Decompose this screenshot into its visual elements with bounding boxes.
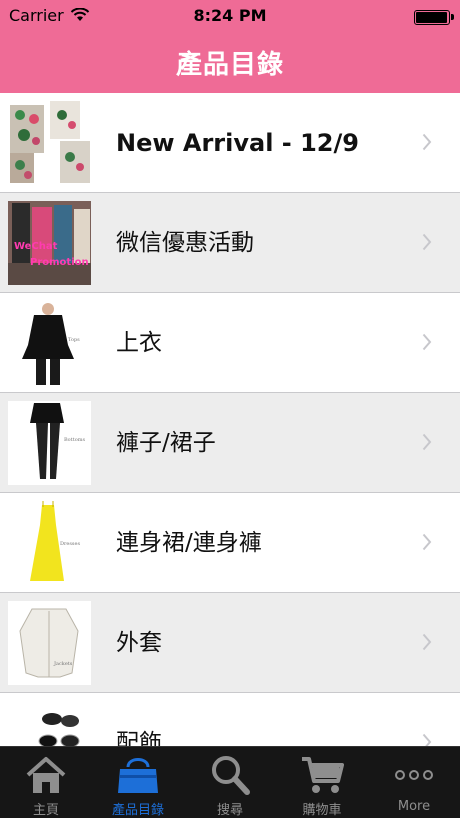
more-icon bbox=[395, 770, 433, 780]
thumb-caption: Jackets bbox=[53, 661, 73, 667]
tab-home[interactable]: 主頁 bbox=[0, 747, 92, 818]
nav-bar: 產品目錄 bbox=[0, 32, 460, 93]
thumbnail-image: Bottoms bbox=[8, 401, 91, 485]
status-time: 8:24 PM bbox=[193, 6, 267, 25]
list-item-label: New Arrival - 12/9 bbox=[116, 129, 359, 157]
battery-fill bbox=[416, 12, 447, 23]
list-item-label: 配飾 bbox=[116, 730, 162, 747]
chevron-right-icon bbox=[422, 233, 432, 251]
tab-label: 搜尋 bbox=[216, 803, 243, 818]
tab-label: More bbox=[397, 799, 431, 814]
thumb-caption: Bottoms bbox=[64, 437, 85, 443]
thumb-caption-1: WeChat bbox=[14, 241, 58, 252]
tab-label: 主頁 bbox=[32, 803, 59, 818]
battery-icon bbox=[414, 10, 454, 25]
list-item-jackets[interactable]: Jackets 外套 bbox=[0, 593, 460, 693]
tab-label: 購物車 bbox=[302, 803, 342, 818]
tab-cart[interactable]: 購物車 bbox=[276, 747, 368, 818]
search-icon bbox=[212, 756, 250, 795]
chevron-right-icon bbox=[422, 733, 432, 747]
tab-catalog[interactable]: 產品目錄 bbox=[92, 747, 184, 818]
list-item-tops[interactable]: Tops 上衣 bbox=[0, 293, 460, 393]
thumb-caption: Dresses bbox=[60, 541, 80, 547]
cart-icon bbox=[302, 757, 344, 793]
list-item-dresses[interactable]: Dresses 連身裙/連身褲 bbox=[0, 493, 460, 593]
list-item-label: 上衣 bbox=[116, 330, 162, 356]
list-item-label: 外套 bbox=[116, 630, 162, 656]
thumbnail-image: Tops bbox=[8, 301, 91, 385]
list-item-bottoms[interactable]: Bottoms 褲子/裙子 bbox=[0, 393, 460, 493]
chevron-right-icon bbox=[422, 333, 432, 351]
thumbnail-image: WeChat Promotion bbox=[8, 201, 91, 285]
chevron-right-icon bbox=[422, 633, 432, 651]
tab-bar: 主頁 產品目錄 搜尋 購物車 More bbox=[0, 746, 460, 818]
home-icon bbox=[26, 757, 66, 793]
thumbnail-image: Dresses bbox=[8, 501, 91, 585]
list-item-label: 連身裙/連身褲 bbox=[116, 530, 262, 556]
list-item-accessories[interactable]: 配飾 bbox=[0, 693, 460, 747]
status-bar: Carrier 8:24 PM bbox=[0, 0, 460, 32]
list-item-label: 微信優惠活動 bbox=[116, 230, 254, 256]
list-item-label: 褲子/裙子 bbox=[116, 430, 216, 456]
chevron-right-icon bbox=[422, 533, 432, 551]
thumbnail-image bbox=[8, 101, 91, 185]
list-item-wechat-promotion[interactable]: WeChat Promotion 微信優惠活動 bbox=[0, 193, 460, 293]
tab-search[interactable]: 搜尋 bbox=[184, 747, 276, 818]
category-list[interactable]: New Arrival - 12/9 WeChat Promotion 微信優惠… bbox=[0, 93, 460, 747]
page-title: 產品目錄 bbox=[175, 50, 284, 80]
tab-label: 產品目錄 bbox=[111, 803, 164, 818]
thumbnail-image bbox=[8, 701, 91, 747]
bag-icon bbox=[118, 758, 158, 793]
chevron-right-icon bbox=[422, 133, 432, 151]
thumbnail-image: Jackets bbox=[8, 601, 91, 685]
thumb-caption: Tops bbox=[68, 337, 80, 343]
thumb-caption-2: Promotion bbox=[30, 257, 89, 268]
list-item-new-arrival[interactable]: New Arrival - 12/9 bbox=[0, 93, 460, 193]
tab-more[interactable]: More bbox=[368, 747, 460, 818]
chevron-right-icon bbox=[422, 433, 432, 451]
